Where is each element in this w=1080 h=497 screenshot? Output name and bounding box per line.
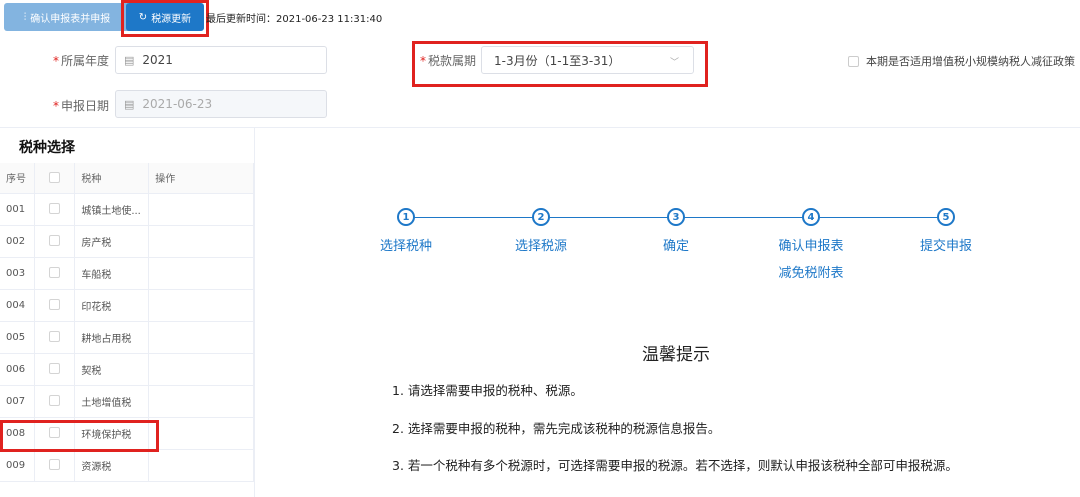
- table-row[interactable]: 002 房产税: [0, 225, 254, 258]
- row-checkbox[interactable]: [49, 299, 61, 311]
- row-checkbox-cell[interactable]: [34, 385, 76, 418]
- row-checkbox-cell[interactable]: [34, 257, 76, 290]
- calendar-icon: ▤: [124, 53, 135, 67]
- row-number: 007: [0, 385, 36, 418]
- row-operation: [148, 385, 254, 418]
- panel-divider: [254, 128, 255, 497]
- step-3-label[interactable]: 确定: [663, 235, 689, 254]
- row-checkbox-cell[interactable]: [34, 289, 76, 322]
- step-3-circle[interactable]: 3: [667, 208, 685, 226]
- row-tax-name: 资源税: [74, 449, 150, 482]
- step-4-sub-label[interactable]: 减免税附表: [778, 262, 843, 281]
- row-number: 005: [0, 321, 36, 354]
- confirm-and-submit-button[interactable]: ⫶ 确认申报表并申报: [4, 3, 130, 31]
- row-checkbox-cell[interactable]: [34, 193, 76, 226]
- step-4-label[interactable]: 确认申报表: [778, 235, 843, 254]
- row-operation: [148, 225, 254, 258]
- header-operation: 操作: [148, 163, 254, 194]
- policy-option[interactable]: 本期是否适用增值税小规模纳税人减征政策: [848, 53, 1075, 69]
- table-row[interactable]: 001 城镇土地使...: [0, 193, 254, 226]
- row-tax-name: 城镇土地使...: [74, 193, 150, 226]
- step-1-label[interactable]: 选择税种: [380, 235, 432, 254]
- table-row[interactable]: 009 资源税: [0, 449, 254, 482]
- table-row[interactable]: 007 土地增值税: [0, 385, 254, 418]
- row-tax-name: 印花税: [74, 289, 150, 322]
- row-tax-name: 车船税: [74, 257, 150, 290]
- step-4-circle[interactable]: 4: [802, 208, 820, 226]
- row-operation: [148, 321, 254, 354]
- tips-title: 温馨提示: [642, 345, 710, 365]
- row-operation: [148, 193, 254, 226]
- row-number: 003: [0, 257, 36, 290]
- row-checkbox[interactable]: [49, 363, 61, 375]
- step-5-circle[interactable]: 5: [937, 208, 955, 226]
- row-checkbox-cell[interactable]: [34, 353, 76, 386]
- chart-icon: ⫶: [23, 11, 27, 23]
- row-checkbox[interactable]: [49, 267, 61, 279]
- table-row[interactable]: 004 印花税: [0, 289, 254, 322]
- table-row[interactable]: 003 车船税: [0, 257, 254, 290]
- tip-item-1: 1. 请选择需要申报的税种、税源。: [392, 383, 583, 398]
- highlight-box-period: [412, 41, 708, 87]
- row-checkbox[interactable]: [49, 459, 61, 471]
- row-tax-name: 契税: [74, 353, 150, 386]
- last-update-time: 最后更新时间：2021-06-23 11:31:40: [206, 14, 383, 25]
- year-input[interactable]: ▤ 2021: [115, 46, 327, 74]
- row-operation: [148, 417, 254, 450]
- row-checkbox[interactable]: [49, 235, 61, 247]
- date-input[interactable]: ▤ 2021-06-23: [115, 90, 327, 118]
- row-operation: [148, 257, 254, 290]
- row-checkbox[interactable]: [49, 203, 61, 215]
- table-row[interactable]: 005 耕地占用税: [0, 321, 254, 354]
- step-1-circle[interactable]: 1: [397, 208, 415, 226]
- calendar-icon: ▤: [124, 97, 135, 111]
- confirm-button-label: 确认申报表并申报: [30, 13, 111, 25]
- select-all-checkbox[interactable]: [49, 172, 61, 183]
- table-header: 序号 税种 操作: [0, 163, 254, 194]
- row-number: 001: [0, 193, 36, 226]
- row-checkbox-cell[interactable]: [34, 321, 76, 354]
- header-select-all[interactable]: [34, 163, 76, 194]
- row-tax-name: 耕地占用税: [74, 321, 150, 354]
- row-checkbox-cell[interactable]: [34, 449, 76, 482]
- row-checkbox[interactable]: [49, 331, 61, 343]
- divider: [0, 127, 1080, 128]
- row-checkbox-cell[interactable]: [34, 225, 76, 258]
- step-5-label[interactable]: 提交申报: [920, 235, 972, 254]
- tax-panel-title: 税种选择: [19, 140, 75, 156]
- year-label: * 所属年度: [53, 54, 110, 68]
- tip-item-2: 2. 选择需要申报的税种，需先完成该税种的税源信息报告。: [392, 421, 721, 436]
- header-no: 序号: [0, 163, 36, 194]
- policy-checkbox[interactable]: [848, 55, 859, 67]
- row-operation: [148, 289, 254, 322]
- row-number: 009: [0, 449, 36, 482]
- row-checkbox[interactable]: [49, 395, 61, 407]
- row-operation: [148, 353, 254, 386]
- step-2-circle[interactable]: 2: [532, 208, 550, 226]
- highlight-box-update: [121, 0, 209, 37]
- date-label: * 申报日期: [53, 99, 110, 113]
- row-tax-name: 房产税: [74, 225, 150, 258]
- step-2-label[interactable]: 选择税源: [515, 235, 567, 254]
- row-number: 002: [0, 225, 36, 258]
- header-tax-type: 税种: [74, 163, 150, 194]
- row-number: 006: [0, 353, 36, 386]
- row-number: 004: [0, 289, 36, 322]
- row-operation: [148, 449, 254, 482]
- highlight-box-env-tax: [0, 420, 159, 452]
- table-row[interactable]: 006 契税: [0, 353, 254, 386]
- row-tax-name: 土地增值税: [74, 385, 150, 418]
- tip-item-3: 3. 若一个税种有多个税源时，可选择需要申报的税源。若不选择，则默认申报该税种全…: [392, 458, 958, 473]
